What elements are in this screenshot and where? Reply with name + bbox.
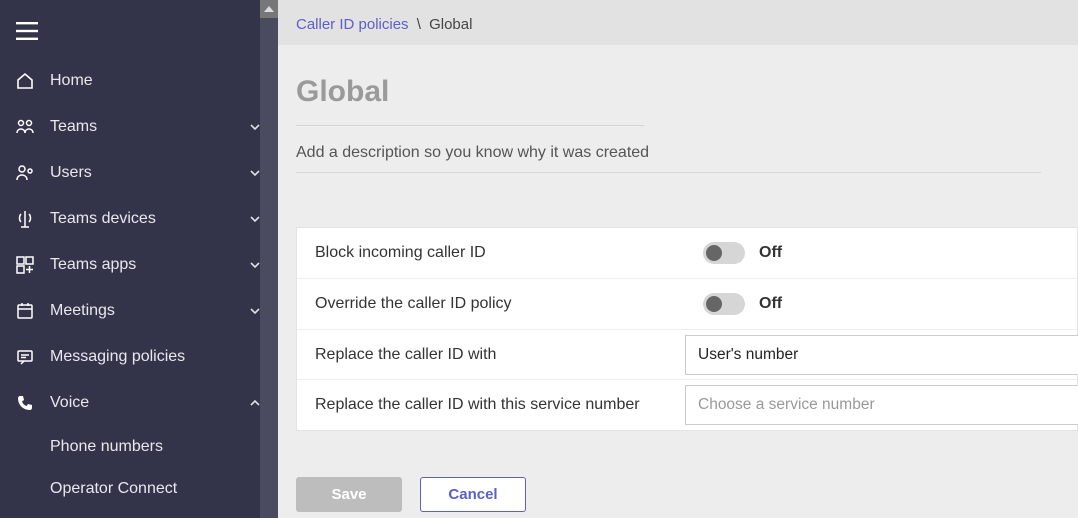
page-title: Global (296, 75, 644, 126)
main-content: Caller ID policies \ Global Global Block… (278, 0, 1078, 518)
sidebar: Home Teams Users Teams devices Teams (0, 0, 278, 518)
save-button[interactable]: Save (296, 477, 402, 512)
chevron-down-icon (248, 258, 262, 272)
message-icon (14, 346, 36, 368)
setting-label: Replace the caller ID with (315, 346, 703, 364)
chevron-down-icon (248, 212, 262, 226)
chevron-down-icon (248, 166, 262, 180)
setting-label: Block incoming caller ID (315, 244, 703, 262)
sidebar-item-label: Home (50, 72, 262, 90)
sidebar-item-label: Teams apps (50, 256, 248, 274)
chevron-up-icon (248, 396, 262, 410)
replace-caller-id-select[interactable]: User's number (685, 335, 1078, 375)
breadcrumb: Caller ID policies \ Global (278, 0, 1078, 45)
users-icon (14, 162, 36, 184)
devices-icon (14, 208, 36, 230)
sidebar-subitem-label: Phone numbers (50, 438, 163, 455)
toggle-state: Off (759, 244, 782, 262)
scrollbar-track[interactable] (260, 0, 278, 518)
sidebar-item-label: Teams devices (50, 210, 248, 228)
apps-icon (14, 254, 36, 276)
description-input[interactable] (296, 138, 1041, 173)
hamburger-menu[interactable] (0, 10, 278, 58)
sidebar-item-label: Meetings (50, 302, 248, 320)
sidebar-item-messaging-policies[interactable]: Messaging policies (0, 334, 278, 380)
chevron-down-icon (248, 304, 262, 318)
sidebar-item-label: Messaging policies (50, 348, 262, 366)
settings-card: Block incoming caller ID Off Override th… (296, 227, 1078, 431)
sidebar-subitem-label: Operator Connect (50, 480, 177, 497)
action-buttons: Save Cancel (296, 477, 1078, 512)
cancel-button[interactable]: Cancel (420, 477, 526, 512)
sidebar-item-meetings[interactable]: Meetings (0, 288, 278, 334)
sidebar-item-users[interactable]: Users (0, 150, 278, 196)
sidebar-item-teams-apps[interactable]: Teams apps (0, 242, 278, 288)
sidebar-item-label: Teams (50, 118, 248, 136)
breadcrumb-current: Global (429, 16, 472, 33)
block-incoming-toggle[interactable] (703, 242, 745, 264)
setting-replace-caller-id: Replace the caller ID with User's number (297, 330, 1077, 380)
select-value: User's number (698, 346, 798, 363)
home-icon (14, 70, 36, 92)
sidebar-item-home[interactable]: Home (0, 58, 278, 104)
setting-label: Replace the caller ID with this service … (315, 396, 703, 414)
sidebar-item-teams-devices[interactable]: Teams devices (0, 196, 278, 242)
sidebar-item-teams[interactable]: Teams (0, 104, 278, 150)
setting-service-number: Replace the caller ID with this service … (297, 380, 1077, 430)
teams-icon (14, 116, 36, 138)
breadcrumb-parent-link[interactable]: Caller ID policies (296, 16, 409, 33)
service-number-select[interactable]: Choose a service number (685, 385, 1078, 425)
setting-override-policy: Override the caller ID policy Off (297, 279, 1077, 330)
sidebar-item-label: Users (50, 164, 248, 182)
breadcrumb-separator: \ (417, 16, 421, 33)
chevron-down-icon (248, 120, 262, 134)
sidebar-subitem-phone-numbers[interactable]: Phone numbers (0, 426, 278, 468)
calendar-icon (14, 300, 36, 322)
sidebar-item-label: Voice (50, 394, 248, 412)
toggle-state: Off (759, 295, 782, 313)
setting-block-incoming: Block incoming caller ID Off (297, 228, 1077, 279)
phone-icon (14, 392, 36, 414)
setting-label: Override the caller ID policy (315, 295, 703, 313)
scroll-up-button[interactable] (260, 0, 278, 18)
sidebar-subitem-operator-connect[interactable]: Operator Connect (0, 468, 278, 510)
override-policy-toggle[interactable] (703, 293, 745, 315)
sidebar-item-voice[interactable]: Voice (0, 380, 278, 426)
content-area: Global Block incoming caller ID Off Over… (278, 45, 1078, 518)
select-placeholder: Choose a service number (698, 396, 875, 413)
